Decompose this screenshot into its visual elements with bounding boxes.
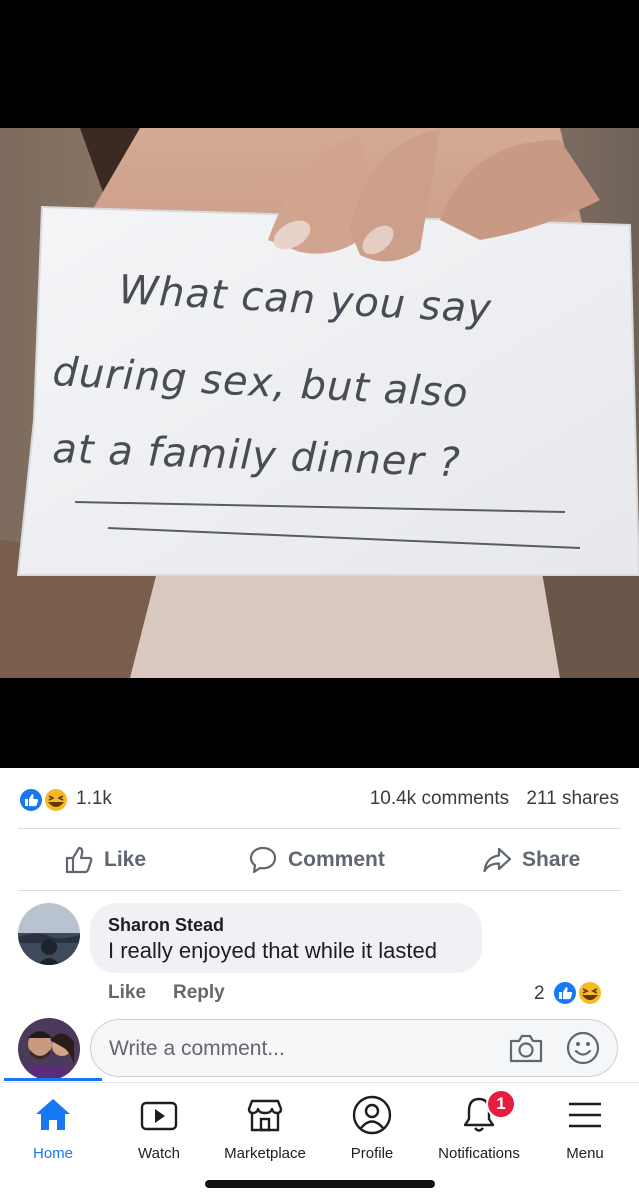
home-indicator — [205, 1180, 435, 1188]
avatar-image — [18, 1018, 80, 1080]
notifications-badge: 1 — [486, 1089, 516, 1119]
like-label: Like — [104, 848, 147, 871]
shares-count[interactable]: 211 shares — [526, 788, 619, 809]
comments-count[interactable]: 10.4k comments — [370, 788, 509, 809]
comment-reaction-icons[interactable] — [552, 980, 606, 1006]
nav-watch[interactable]: Watch — [104, 1093, 214, 1162]
post-photo[interactable]: What can you say during sex, but also at… — [0, 0, 639, 768]
share-icon — [483, 847, 512, 873]
nav-home[interactable]: Home — [0, 1093, 108, 1162]
haha-reaction-icon — [43, 787, 69, 813]
emoji-icon[interactable] — [566, 1031, 600, 1065]
nav-profile[interactable]: Profile — [317, 1093, 427, 1162]
nav-watch-label: Watch — [138, 1145, 180, 1162]
comment-input-placeholder: Write a comment... — [109, 1037, 285, 1060]
user-avatar[interactable] — [18, 1018, 80, 1080]
comment-button[interactable]: Comment — [248, 830, 385, 890]
nav-profile-label: Profile — [350, 1145, 394, 1162]
avatar-image — [18, 903, 80, 965]
comment-label: Comment — [288, 848, 385, 871]
comment-bubble[interactable]: Sharon Stead I really enjoyed that while… — [90, 903, 482, 973]
comment-icon — [249, 846, 277, 874]
comment-like-button[interactable]: Like — [108, 982, 146, 1004]
like-reaction-icon — [18, 787, 44, 813]
nav-home-label: Home — [32, 1145, 73, 1162]
post-stats: 10.4k comments 211 shares — [358, 788, 619, 810]
active-tab-indicator — [4, 1078, 102, 1081]
reaction-icons — [18, 787, 69, 813]
reaction-summary[interactable]: 1.1k 10.4k comments 211 shares — [0, 775, 639, 823]
share-label: Share — [522, 848, 581, 871]
nav-notifications-label: Notifications — [438, 1145, 520, 1162]
comment-reply-button[interactable]: Reply — [173, 982, 225, 1004]
nav-marketplace-label: Marketplace — [224, 1145, 306, 1162]
like-reaction-icon — [552, 980, 578, 1006]
nav-notifications[interactable]: 1 Notifications — [424, 1089, 534, 1162]
post-actions: Like Comment Share — [0, 830, 639, 890]
thumbs-up-icon — [65, 846, 93, 874]
comment-text: I really enjoyed that while it lasted — [108, 938, 437, 963]
profile-icon — [352, 1095, 392, 1135]
divider — [18, 890, 621, 891]
commenter-name[interactable]: Sharon Stead — [108, 915, 224, 936]
nav-marketplace[interactable]: Marketplace — [210, 1093, 320, 1162]
commenter-avatar[interactable] — [18, 903, 80, 965]
watch-icon — [140, 1101, 178, 1131]
comment-input[interactable]: Write a comment... — [90, 1019, 618, 1077]
haha-reaction-icon — [577, 980, 603, 1006]
marketplace-icon — [247, 1099, 283, 1132]
nav-menu[interactable]: Menu — [530, 1093, 639, 1162]
divider — [18, 828, 621, 829]
comment-reaction-count[interactable]: 2 — [534, 983, 545, 1005]
post-image: What can you say during sex, but also at… — [0, 128, 639, 678]
nav-menu-label: Menu — [566, 1145, 604, 1162]
like-button[interactable]: Like — [64, 830, 146, 890]
share-button[interactable]: Share — [482, 830, 580, 890]
camera-icon[interactable] — [508, 1031, 544, 1065]
home-icon — [36, 1099, 70, 1130]
hamburger-menu-icon — [569, 1102, 601, 1128]
reaction-count[interactable]: 1.1k — [76, 788, 112, 810]
